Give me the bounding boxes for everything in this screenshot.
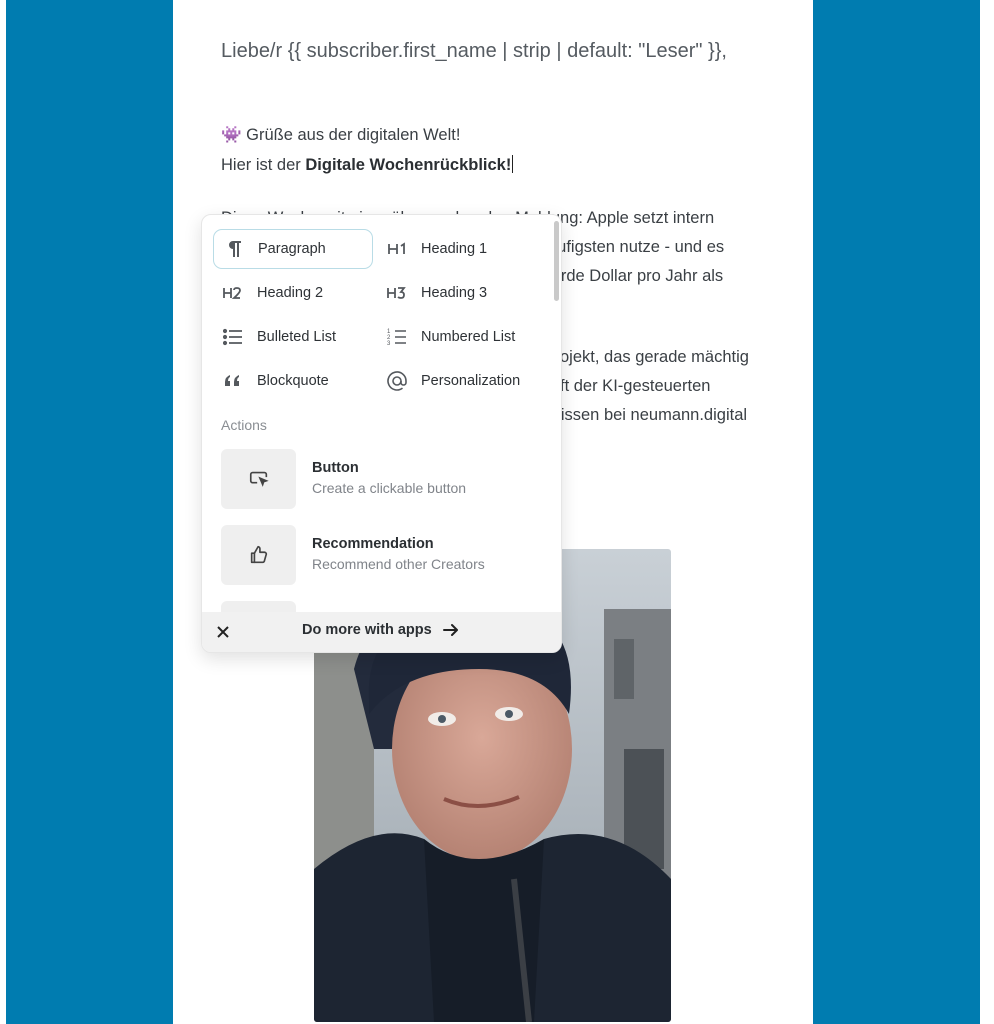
action-recommendation[interactable]: Recommendation Recommend other Creators <box>221 525 541 585</box>
more-apps-button[interactable]: Do more with apps <box>302 622 460 638</box>
paragraph-icon <box>222 237 246 261</box>
menu-scrollbar[interactable] <box>554 221 559 301</box>
blockquote-icon <box>221 369 245 393</box>
close-icon[interactable] <box>212 621 234 643</box>
block-option-numbered-list[interactable]: 1 2 3 Numbered List <box>377 317 537 357</box>
block-option-blockquote[interactable]: Blockquote <box>213 361 373 401</box>
at-sign-icon <box>385 369 409 393</box>
block-option-heading-3[interactable]: Heading 3 <box>377 273 537 313</box>
block-option-label: Blockquote <box>257 373 329 389</box>
greeting-text[interactable]: Liebe/r {{ subscriber.first_name | strip… <box>221 34 771 68</box>
block-insert-menu: Paragraph Heading 1 Heading 2 Heading 3 Bull… <box>201 214 562 653</box>
heading-1-icon <box>385 237 409 261</box>
menu-footer: Do more with apps <box>202 612 561 652</box>
block-option-paragraph[interactable]: Paragraph <box>213 229 373 269</box>
more-apps-label: Do more with apps <box>302 622 432 638</box>
actions-section-label: Actions <box>221 417 267 433</box>
text-caret <box>512 155 514 173</box>
block-option-heading-1[interactable]: Heading 1 <box>377 229 537 269</box>
action-title: Recommendation <box>312 536 434 552</box>
block-option-heading-2[interactable]: Heading 2 <box>213 273 373 313</box>
cursor-click-icon <box>221 449 296 509</box>
block-option-label: Bulleted List <box>257 329 336 345</box>
action-subtitle: Recommend other Creators <box>312 556 485 572</box>
svg-text:3: 3 <box>387 341 391 347</box>
bulleted-list-icon <box>221 325 245 349</box>
block-option-label: Paragraph <box>258 241 326 257</box>
action-subtitle: Create a clickable button <box>312 480 467 496</box>
action-title: Button <box>312 460 359 476</box>
block-option-bulleted-list[interactable]: Bulleted List <box>213 317 373 357</box>
intro-line[interactable]: Hier ist der Digitale Wochenrückblick! <box>221 155 514 175</box>
emoji-greeting-line[interactable]: 👾 Grüße aus der digitalen Welt! <box>221 126 460 145</box>
block-option-label: Heading 1 <box>421 241 488 257</box>
intro-bold: Digitale Wochenrückblick! <box>305 156 512 174</box>
action-button[interactable]: Button Create a clickable button <box>221 449 541 509</box>
block-option-personalization[interactable]: Personalization <box>377 361 537 401</box>
block-option-label: Heading 3 <box>421 285 488 301</box>
thumbs-up-icon <box>221 525 296 585</box>
arrow-right-icon <box>442 624 458 636</box>
block-option-label: Heading 2 <box>257 285 324 301</box>
heading-3-icon <box>385 281 409 305</box>
intro-prefix: Hier ist der <box>221 156 306 174</box>
block-option-label: Numbered List <box>421 329 516 345</box>
block-option-label: Personalization <box>421 373 521 389</box>
heading-2-icon <box>221 281 245 305</box>
numbered-list-icon: 123 <box>385 325 409 349</box>
